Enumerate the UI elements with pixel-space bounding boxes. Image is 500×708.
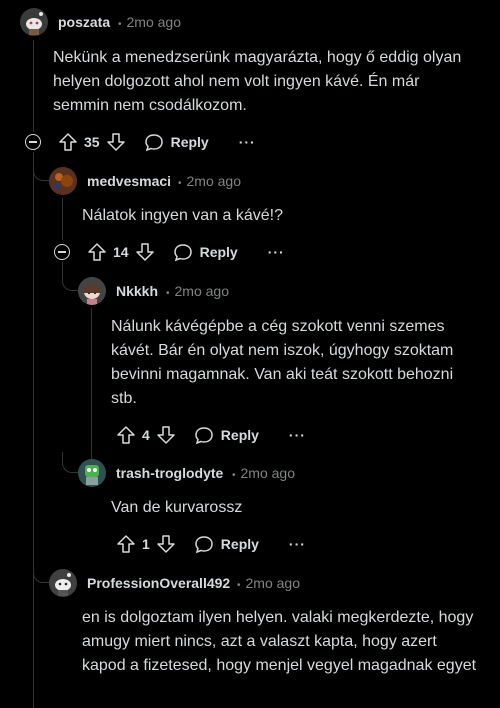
avatar[interactable] <box>49 167 77 195</box>
downvote-button[interactable] <box>156 425 176 445</box>
comment-timestamp: • 2mo ago <box>118 14 181 30</box>
comment-timestamp: • 2mo ago <box>178 173 241 189</box>
reply-label: Reply <box>220 536 259 552</box>
comment-action-bar: 4 Reply ··· <box>116 423 306 447</box>
meta-separator: • <box>166 288 170 299</box>
vote-count: 4 <box>142 427 150 443</box>
more-options-button[interactable]: ··· <box>289 536 306 552</box>
time-label: 2mo ago <box>126 14 181 30</box>
comment-username[interactable]: medvesmaci <box>87 173 171 189</box>
branch-connector <box>33 162 50 181</box>
time-label: 2mo ago <box>174 283 229 299</box>
downvote-icon <box>135 243 154 261</box>
meta-separator: • <box>118 19 122 30</box>
reply-button[interactable]: Reply <box>173 242 238 262</box>
snoo-avatar-icon <box>20 8 48 36</box>
comment-username[interactable]: ProfessionOverall492 <box>87 575 230 591</box>
comment-timestamp: • 2mo ago <box>237 575 300 591</box>
comment-action-bar: 14 Reply ··· <box>87 240 285 264</box>
reply-label: Reply <box>220 427 259 443</box>
vote-count: 14 <box>113 244 129 260</box>
comment-username[interactable]: trash-troglodyte <box>116 465 223 481</box>
thread-line-level-0-lower[interactable] <box>33 152 34 708</box>
comment-timestamp: • 2mo ago <box>166 283 229 299</box>
comment-body: Nálatok ingyen van a kávé!? <box>82 207 284 224</box>
upvote-icon <box>88 243 106 261</box>
downvote-button[interactable] <box>106 132 126 152</box>
comment-body: en is dolgoztam ilyen helyen. valaki meg… <box>82 609 477 674</box>
reply-icon <box>195 536 213 554</box>
upvote-button[interactable] <box>116 425 136 445</box>
downvote-icon <box>157 426 175 444</box>
reply-button[interactable]: Reply <box>144 132 209 152</box>
vote-count: 1 <box>142 536 150 552</box>
comment-timestamp: • 2mo ago <box>232 465 295 481</box>
downvote-button[interactable] <box>156 534 176 554</box>
thread-line-level-2[interactable] <box>91 308 92 468</box>
collapse-thread-button[interactable] <box>54 244 70 260</box>
comment-body: Nekünk a menedzserünk magyarázta, hogy ő… <box>53 49 462 114</box>
reply-button[interactable]: Reply <box>194 425 259 445</box>
upvote-button[interactable] <box>58 132 78 152</box>
thread-line-level-1[interactable] <box>62 198 63 240</box>
downvote-icon <box>106 133 125 151</box>
comment-action-bar: 1 Reply ··· <box>116 532 306 556</box>
robot-avatar-icon <box>78 459 106 487</box>
upvote-button[interactable] <box>116 534 136 554</box>
snoo-avatar-icon <box>78 277 106 305</box>
comment-username[interactable]: Nkkkh <box>116 283 158 299</box>
meta-separator: • <box>178 178 182 189</box>
avatar[interactable] <box>78 277 106 305</box>
reply-icon <box>144 134 163 152</box>
more-options-button[interactable]: ··· <box>289 427 306 443</box>
comment-body: Van de kurvarossz <box>111 499 243 516</box>
downvote-icon <box>157 535 175 553</box>
time-label: 2mo ago <box>245 575 300 591</box>
upvote-button[interactable] <box>87 242 107 262</box>
more-options-button[interactable]: ··· <box>268 244 285 260</box>
time-label: 2mo ago <box>240 465 295 481</box>
time-label: 2mo ago <box>186 173 241 189</box>
reply-icon <box>173 244 192 262</box>
avatar[interactable] <box>20 8 48 36</box>
upvote-icon <box>59 133 77 151</box>
more-options-button[interactable]: ··· <box>239 134 256 150</box>
comment-body: Nálunk kávégépbe a cég szokott venni sze… <box>111 318 454 407</box>
snoo-avatar-icon <box>49 569 77 597</box>
avatar[interactable] <box>78 459 106 487</box>
branch-connector <box>62 272 79 291</box>
reply-label: Reply <box>170 134 209 150</box>
bear-avatar-icon <box>49 167 77 195</box>
thread-line-level-0[interactable] <box>33 40 34 132</box>
comment-username[interactable]: poszata <box>58 14 110 30</box>
comment-action-bar: 35 Reply ··· <box>58 130 256 154</box>
branch-connector <box>62 452 79 473</box>
downvote-button[interactable] <box>135 242 155 262</box>
reply-button[interactable]: Reply <box>194 534 259 554</box>
upvote-icon <box>117 535 135 553</box>
avatar[interactable] <box>49 569 77 597</box>
collapse-thread-button[interactable] <box>25 134 41 150</box>
meta-separator: • <box>237 580 241 591</box>
upvote-icon <box>117 426 135 444</box>
reply-label: Reply <box>199 244 238 260</box>
reply-icon <box>195 427 213 445</box>
branch-connector <box>33 562 50 583</box>
vote-count: 35 <box>84 134 100 150</box>
meta-separator: • <box>232 470 236 481</box>
